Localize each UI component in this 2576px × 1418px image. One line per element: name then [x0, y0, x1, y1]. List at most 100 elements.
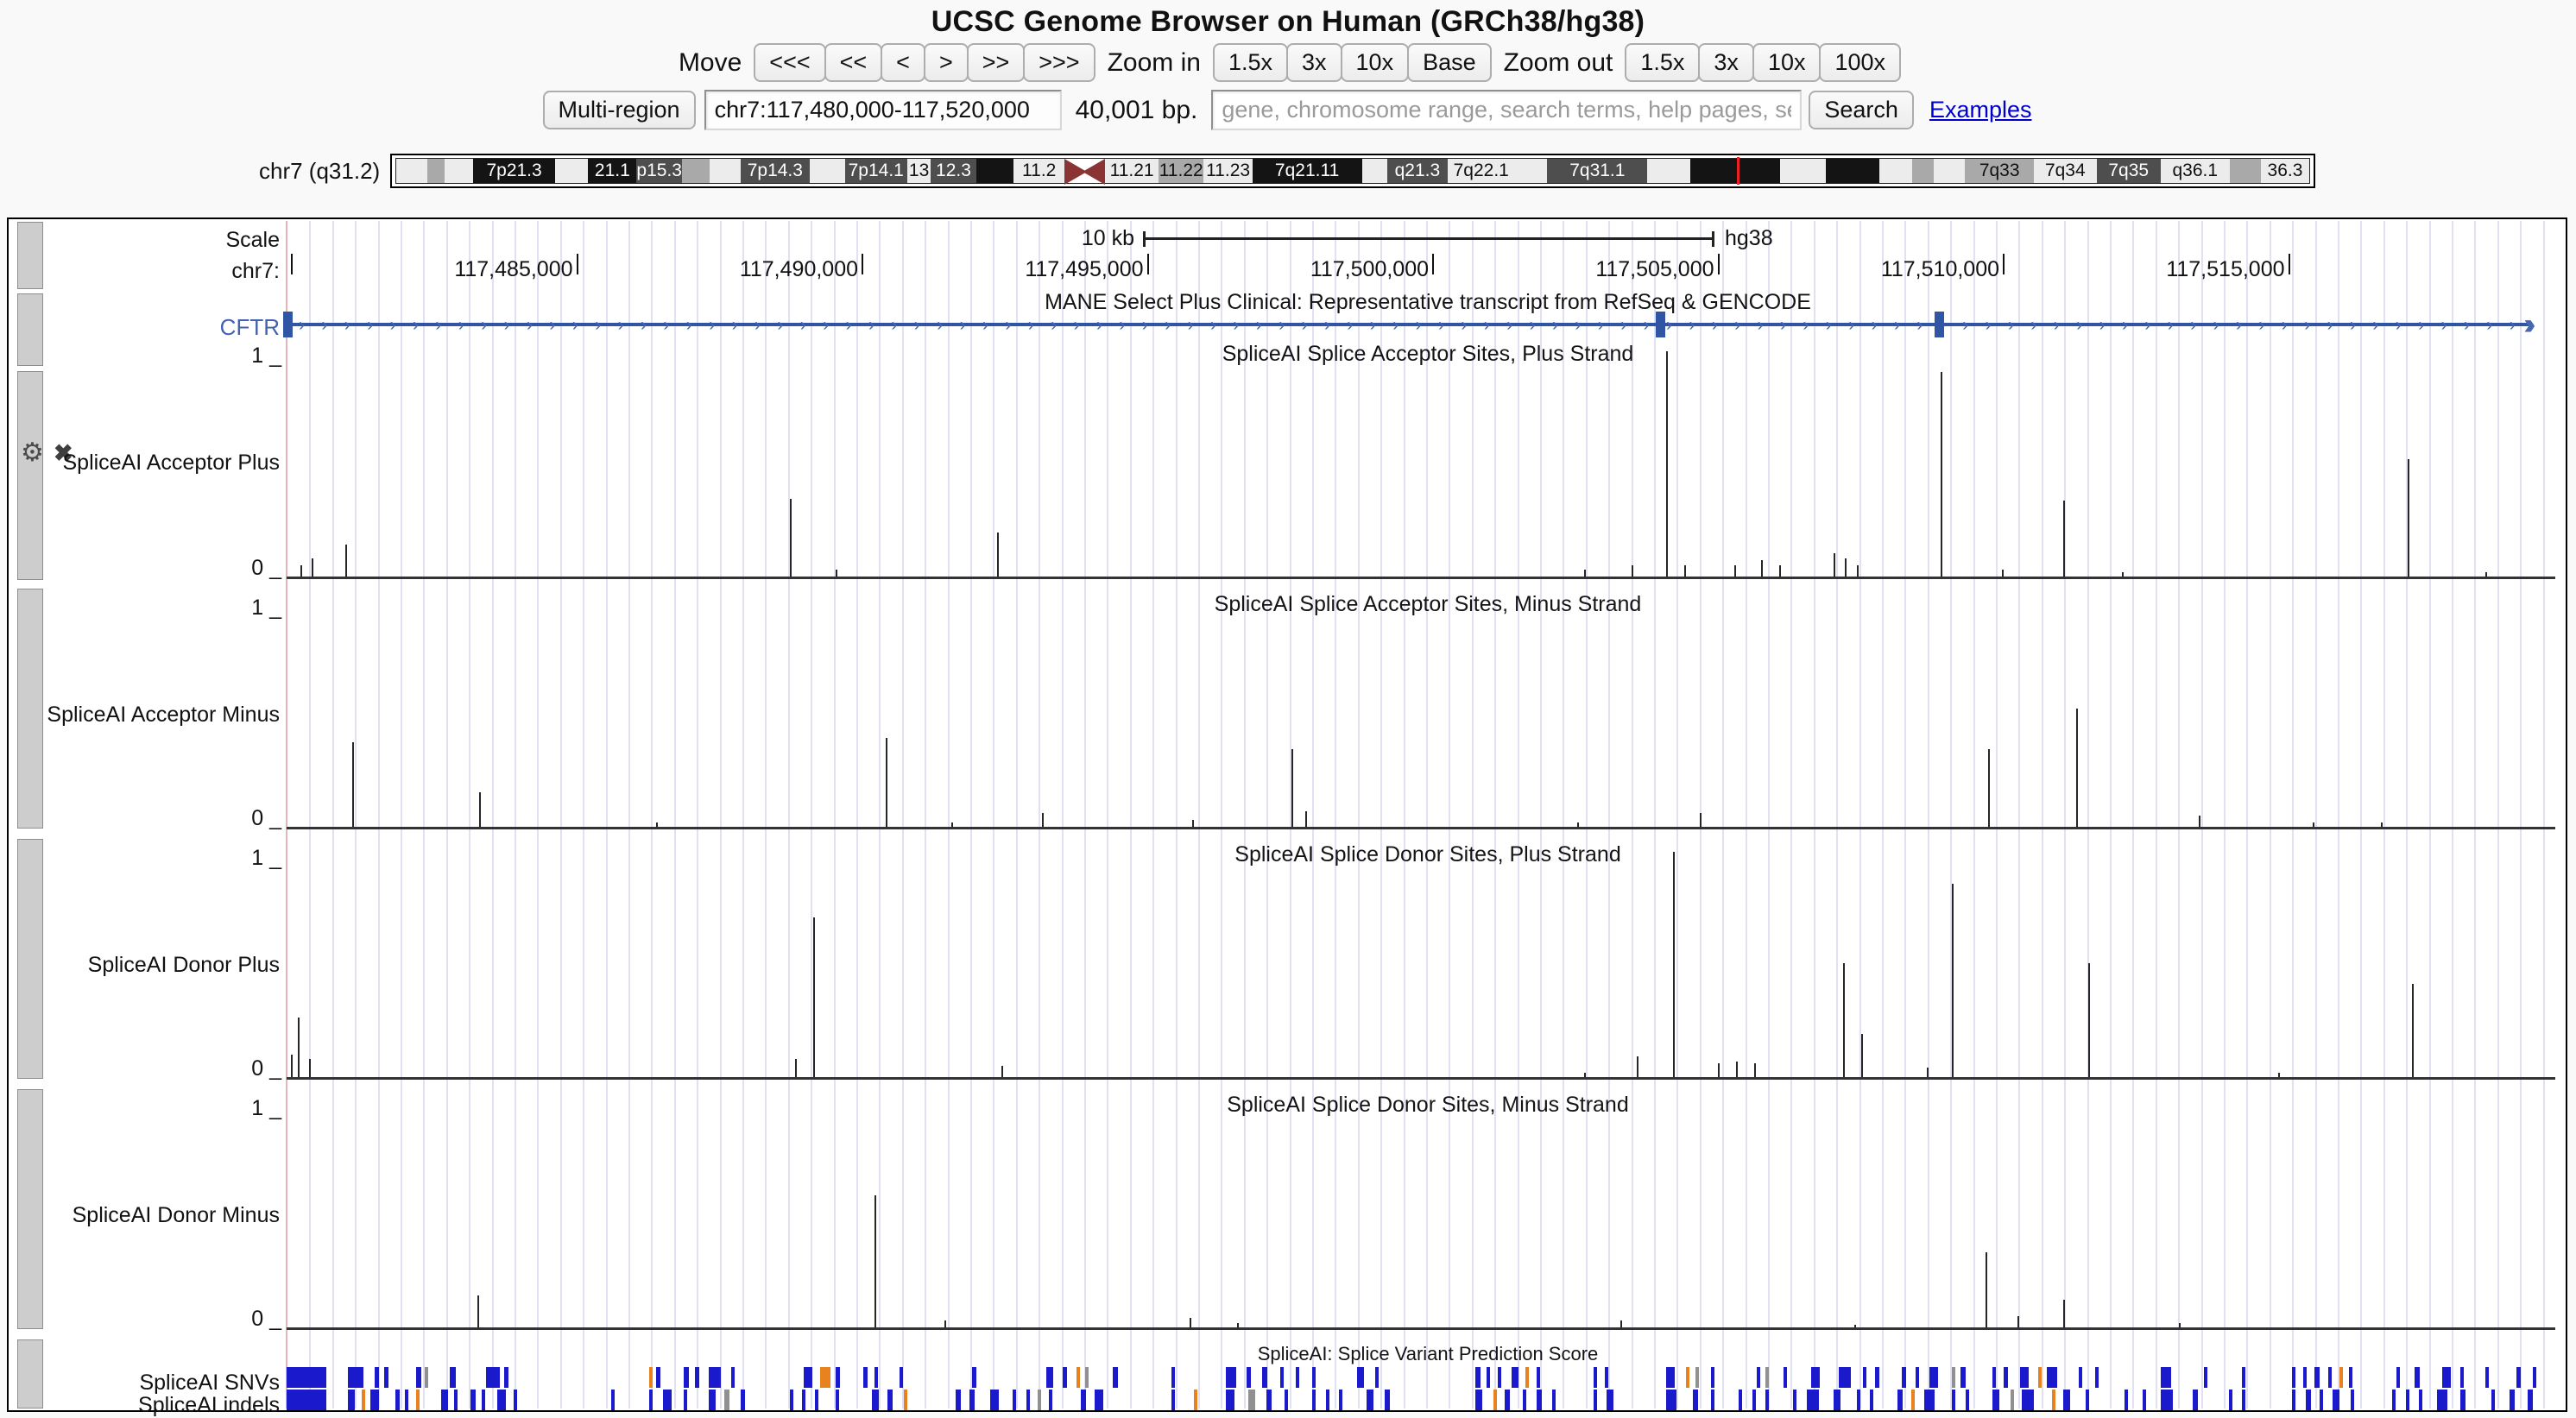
chromosome-band — [810, 159, 845, 183]
variant-tick — [1875, 1367, 1879, 1388]
variant-tick — [649, 1390, 653, 1410]
strand-arrow-icon: › — [2418, 316, 2424, 334]
zoom-in-button-3[interactable]: 10x — [1341, 43, 1410, 82]
variant-tick — [1339, 1390, 1342, 1410]
variant-tick — [1038, 1390, 1041, 1410]
chromosome-band: 13 — [907, 159, 931, 183]
track-drag-handle[interactable] — [17, 1339, 43, 1409]
move-button-4[interactable]: > — [924, 43, 969, 82]
track-spike — [2076, 709, 2078, 827]
ruler-tick-label: 117,515,000 — [2166, 257, 2284, 282]
variant-tick — [731, 1367, 735, 1388]
move-button-6[interactable]: >>> — [1023, 43, 1095, 82]
variant-track-area-2[interactable] — [287, 1390, 2555, 1410]
strand-arrow-icon: › — [390, 316, 396, 334]
strand-arrow-icon: › — [1051, 316, 1057, 334]
strand-arrow-icon: › — [618, 316, 624, 334]
track-spike — [1857, 565, 1859, 577]
variant-tick — [1171, 1390, 1175, 1410]
track-drag-handle[interactable] — [17, 222, 43, 289]
variant-tick — [2320, 1390, 2323, 1410]
move-button-5[interactable]: >> — [967, 43, 1026, 82]
variant-tick — [1952, 1367, 1955, 1388]
zoom-out-button-1[interactable]: 1.5x — [1625, 43, 1700, 82]
track-ymax-label: 1 _ — [251, 596, 281, 621]
track-drag-handle[interactable] — [17, 589, 43, 829]
variant-tick — [863, 1367, 868, 1388]
variant-tick — [663, 1390, 672, 1410]
variant-tick — [395, 1390, 400, 1410]
zoom-out-button-group: 1.5x3x10x100x — [1625, 43, 1901, 82]
track-area-3[interactable] — [287, 842, 2555, 1082]
variant-tick — [1113, 1367, 1118, 1388]
strand-arrow-icon: › — [1848, 316, 1854, 334]
strand-arrow-icon: › — [1712, 316, 1718, 334]
variant-track-area-1[interactable] — [287, 1367, 2555, 1388]
variant-tick — [454, 1390, 458, 1410]
track-label: SpliceAI Acceptor Minus — [47, 703, 280, 728]
variant-tick — [1752, 1390, 1756, 1410]
track-area-4[interactable] — [287, 1093, 2555, 1333]
centromere-right-triangle — [1083, 159, 1105, 185]
search-button[interactable]: Search — [1809, 91, 1914, 129]
track-drag-handle[interactable] — [17, 293, 43, 366]
zoom-out-button-3[interactable]: 10x — [1752, 43, 1822, 82]
variant-tick — [2339, 1367, 2343, 1388]
zoom-out-label: Zoom out — [1504, 48, 1613, 78]
strand-arrow-icon: › — [1803, 316, 1809, 334]
variant-tick — [2396, 1367, 2400, 1388]
move-button-2[interactable]: << — [824, 43, 883, 82]
track-drag-handle[interactable] — [17, 1089, 43, 1329]
track-area-2[interactable] — [287, 592, 2555, 832]
zoom-out-button-2[interactable]: 3x — [1698, 43, 1754, 82]
variant-tick — [405, 1390, 408, 1410]
variant-tick — [348, 1367, 363, 1388]
track-drag-handle[interactable] — [17, 371, 43, 580]
variant-tick — [1911, 1390, 1915, 1410]
chromosome-band: q36.1 — [2161, 159, 2230, 183]
track-ymax-label: 1 _ — [251, 343, 281, 369]
variant-tick — [1367, 1390, 1373, 1410]
ruler-tick — [2003, 254, 2005, 274]
move-button-3[interactable]: < — [881, 43, 925, 82]
chromosome-band: 7q22.1 — [1448, 159, 1514, 183]
track-area-1[interactable] — [287, 342, 2555, 582]
chromosome-ideogram[interactable]: 7p21.321.1p15.37p14.37p14.11312.311.211.… — [390, 154, 2315, 188]
search-input[interactable] — [1211, 90, 1802, 130]
variant-tick — [2161, 1367, 2171, 1388]
strand-arrow-icon: › — [1302, 316, 1308, 334]
scale-bar-value: 10 kb — [1082, 226, 1134, 251]
multi-region-button[interactable]: Multi-region — [543, 91, 696, 129]
track-spike — [836, 570, 837, 577]
move-button-1[interactable]: <<< — [754, 43, 825, 82]
examples-link[interactable]: Examples — [1929, 97, 2032, 123]
nav-controls: Move <<<<<<>>>>>> Zoom in 1.5x3x10xBase … — [0, 43, 2576, 82]
variant-tick — [790, 1390, 793, 1410]
track-spike — [1673, 852, 1675, 1077]
variant-tick — [2292, 1367, 2295, 1388]
variant-tick — [2229, 1390, 2232, 1410]
chromosome-band — [1780, 159, 1826, 183]
gear-icon[interactable]: ⚙ — [21, 440, 44, 466]
gene-exon-block — [283, 312, 293, 337]
position-input[interactable] — [704, 90, 1062, 130]
strand-arrow-icon: › — [2144, 316, 2150, 334]
track-spike — [874, 1195, 876, 1327]
variant-tick — [2143, 1390, 2146, 1410]
ruler-tick-label: 117,495,000 — [1025, 257, 1143, 282]
track-title: SpliceAI Splice Acceptor Sites, Plus Str… — [294, 342, 2562, 367]
strand-arrow-icon: › — [823, 316, 829, 334]
chromosome-band: 21.1 — [588, 159, 636, 183]
zoom-in-button-group: 1.5x3x10xBase — [1213, 43, 1492, 82]
zoom-in-button-1[interactable]: 1.5x — [1213, 43, 1288, 82]
track-spike — [1632, 565, 1633, 577]
zoom-out-button-4[interactable]: 100x — [1819, 43, 1901, 82]
track-spike — [656, 822, 658, 827]
variant-tick — [972, 1367, 976, 1388]
track-title: SpliceAI Splice Donor Sites, Plus Strand — [294, 842, 2562, 867]
strand-arrow-icon: › — [2510, 316, 2516, 334]
zoom-in-button-2[interactable]: 3x — [1286, 43, 1342, 82]
zoom-in-button-4[interactable]: Base — [1407, 43, 1492, 82]
variant-tick — [2460, 1367, 2464, 1388]
track-drag-handle[interactable] — [17, 839, 43, 1079]
